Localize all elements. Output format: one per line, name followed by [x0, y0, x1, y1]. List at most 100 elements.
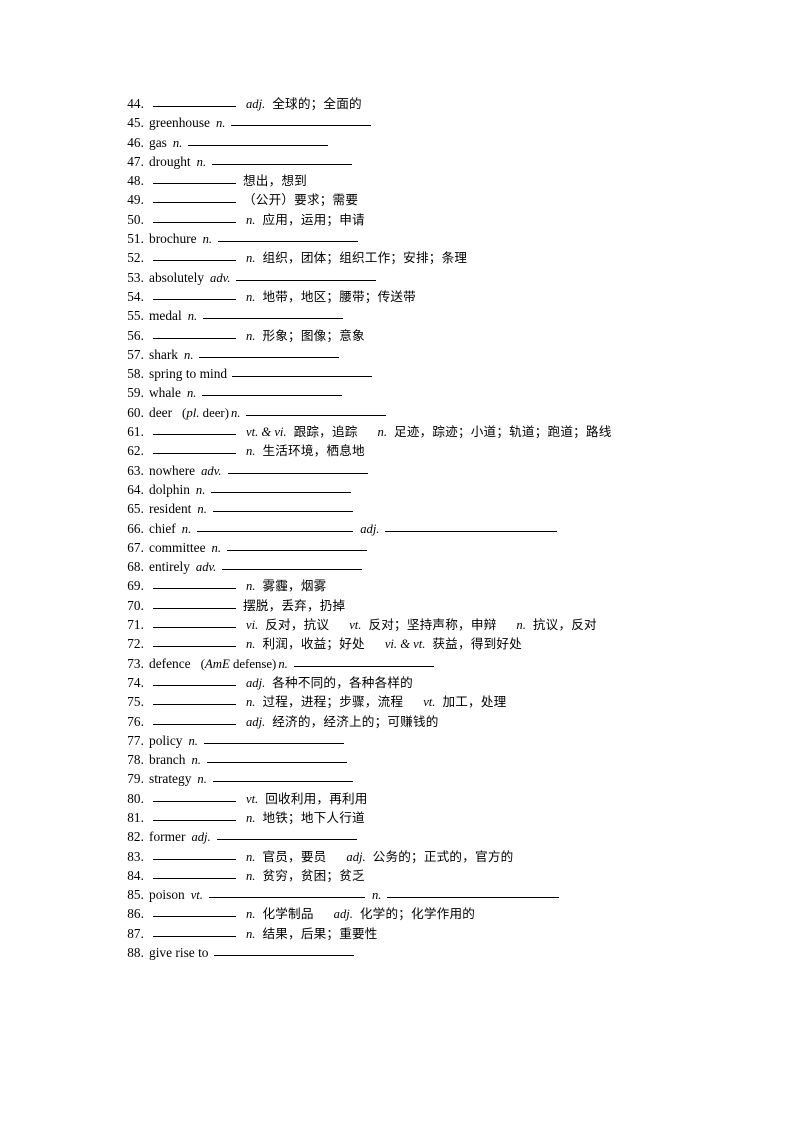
- chinese-definition: 获益，得到好处: [432, 636, 522, 652]
- definition-answer-blank[interactable]: [232, 376, 373, 378]
- word-answer-blank[interactable]: [153, 646, 236, 648]
- word-answer-blank[interactable]: [153, 453, 236, 455]
- definition-answer-blank[interactable]: [236, 279, 377, 281]
- part-of-speech: vt.: [190, 888, 203, 903]
- entry-number: 53.: [127, 269, 144, 285]
- vocabulary-entry: 46. gas n.: [118, 133, 778, 152]
- part-of-speech: n.: [197, 502, 207, 517]
- part-of-speech: n.: [246, 695, 256, 710]
- chinese-definition: 各种不同的，各种各样的: [272, 674, 413, 690]
- vocabulary-entry: 75. n. 过程，进程；步骤，流程 vt. 加工，处理: [118, 692, 778, 711]
- part-of-speech: adj.: [333, 907, 353, 922]
- word-answer-blank[interactable]: [153, 916, 236, 918]
- word-answer-blank[interactable]: [153, 202, 236, 204]
- vocabulary-entry: 53. absolutely adv.: [118, 268, 778, 287]
- definition-answer-blank[interactable]: [212, 163, 353, 165]
- definition-answer-blank[interactable]: [202, 395, 343, 397]
- word-answer-blank[interactable]: [153, 588, 236, 590]
- part-of-speech: n.: [246, 328, 256, 343]
- definition-answer-blank[interactable]: [222, 569, 363, 571]
- part-of-speech: vt. & vi.: [246, 425, 287, 440]
- usage-note: (pl. deer): [182, 405, 229, 420]
- definition-answer-blank[interactable]: [212, 511, 353, 513]
- headword: give rise to: [149, 945, 209, 961]
- definition-answer-blank[interactable]: [227, 472, 368, 474]
- part-of-speech: n.: [188, 733, 198, 748]
- vocabulary-entry: 56. n. 形象；图像；意象: [118, 326, 778, 345]
- word-answer-blank[interactable]: [153, 260, 236, 262]
- chinese-definition: 跟踪，追踪: [293, 424, 358, 440]
- definition-answer-blank[interactable]: [293, 665, 434, 667]
- entry-number: 75.: [127, 694, 144, 710]
- entry-number: 73.: [127, 655, 144, 671]
- word-answer-blank[interactable]: [153, 183, 236, 185]
- definition-answer-blank[interactable]: [226, 549, 367, 551]
- definition-answer-blank[interactable]: [208, 897, 365, 899]
- headword: greenhouse: [149, 115, 210, 131]
- entry-number: 55.: [127, 308, 144, 324]
- definition-answer-blank[interactable]: [206, 762, 347, 764]
- headword: committee: [149, 539, 206, 555]
- word-answer-blank[interactable]: [153, 877, 236, 879]
- word-answer-blank[interactable]: [153, 684, 236, 686]
- part-of-speech: adv.: [210, 270, 231, 285]
- word-answer-blank[interactable]: [153, 935, 236, 937]
- headword: policy: [149, 732, 183, 748]
- part-of-speech: n.: [246, 637, 256, 652]
- part-of-speech: n.: [197, 772, 207, 787]
- word-answer-blank[interactable]: [153, 723, 236, 725]
- entry-number: 86.: [127, 906, 144, 922]
- part-of-speech: n.: [246, 907, 256, 922]
- entry-number: 82.: [127, 829, 144, 845]
- word-answer-blank[interactable]: [153, 800, 236, 802]
- word-answer-blank[interactable]: [153, 106, 236, 107]
- entry-number: 83.: [127, 848, 144, 864]
- word-answer-blank[interactable]: [153, 704, 236, 706]
- part-of-speech: n.: [246, 849, 256, 864]
- headword: former: [149, 829, 186, 845]
- entry-number: 57.: [127, 346, 144, 362]
- vocabulary-entry: 60. deer (pl. deer) n.: [118, 403, 778, 422]
- word-answer-blank[interactable]: [153, 819, 236, 821]
- part-of-speech: n.: [230, 405, 241, 420]
- definition-answer-blank[interactable]: [197, 530, 354, 532]
- definition-answer-blank[interactable]: [216, 839, 357, 841]
- word-answer-blank[interactable]: [153, 298, 236, 300]
- chinese-definition: 贫穷，贫困；贫乏: [262, 867, 365, 883]
- definition-answer-blank[interactable]: [212, 781, 353, 783]
- definition-answer-blank[interactable]: [203, 742, 344, 744]
- part-of-speech: n.: [371, 888, 382, 903]
- definition-answer-blank[interactable]: [199, 356, 340, 358]
- definition-answer-blank[interactable]: [213, 955, 354, 957]
- vocabulary-entry: 44. adj. 全球的；全面的: [118, 94, 778, 113]
- word-answer-blank[interactable]: [153, 858, 236, 860]
- word-answer-blank[interactable]: [153, 607, 236, 609]
- headword: nowhere: [149, 462, 196, 478]
- chinese-definition: 应用，运用；申请: [262, 211, 365, 227]
- vocabulary-entry: 87. n. 结果，后果；重要性: [118, 924, 778, 943]
- part-of-speech: n.: [246, 444, 256, 459]
- definition-answer-blank[interactable]: [211, 491, 352, 493]
- vocabulary-entry: 49. （公开）要求；需要: [118, 190, 778, 209]
- entry-number: 62.: [127, 443, 144, 459]
- definition-answer-blank[interactable]: [188, 144, 329, 146]
- entry-number: 78.: [127, 752, 144, 768]
- word-answer-blank[interactable]: [153, 434, 236, 436]
- definition-answer-blank[interactable]: [385, 530, 558, 532]
- headword: shark: [149, 346, 179, 362]
- definition-answer-blank[interactable]: [218, 241, 359, 243]
- word-answer-blank[interactable]: [153, 337, 236, 339]
- entry-number: 81.: [127, 809, 144, 825]
- word-answer-blank[interactable]: [153, 221, 236, 223]
- vocabulary-entry: 62. n. 生活环境，栖息地: [118, 441, 778, 460]
- vocabulary-entry: 63. nowhere adv.: [118, 461, 778, 480]
- word-answer-blank[interactable]: [153, 627, 236, 629]
- usage-note: (AmE defense): [200, 656, 277, 671]
- vocabulary-entry-list: 44. adj. 全球的；全面的 45. greenhouse n. 46. gas n. 47.…: [118, 94, 778, 962]
- vocabulary-entry: 74. adj. 各种不同的，各种各样的: [118, 673, 778, 692]
- definition-answer-blank[interactable]: [231, 125, 372, 127]
- definition-answer-blank[interactable]: [246, 414, 387, 416]
- definition-answer-blank[interactable]: [203, 318, 344, 320]
- definition-answer-blank[interactable]: [387, 897, 560, 899]
- headword: dolphin: [149, 481, 190, 497]
